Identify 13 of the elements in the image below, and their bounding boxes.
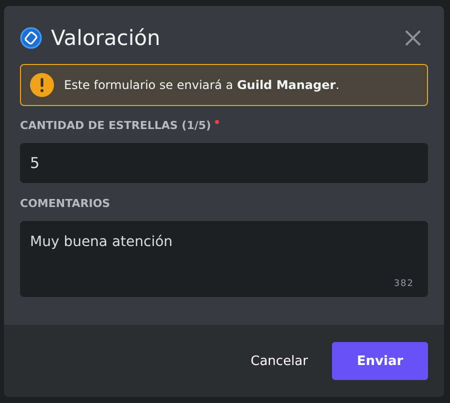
field-value: Muy buena atención [30,234,173,250]
character-counter: 382 [394,279,414,289]
cancel-button[interactable]: Cancelar [232,342,326,380]
close-icon[interactable] [404,29,422,47]
modal-title: Valoración [51,26,162,50]
input-field[interactable]: 5 [20,143,428,183]
submit-button[interactable]: Enviar [332,342,428,380]
warning-icon [30,73,54,97]
field-label: COMENTARIOS [20,197,110,210]
comment-field[interactable]: Muy buena atención 382 [20,221,428,297]
notice-text: Este formulario se enviará a Guild Manager. [64,78,340,92]
field-label: CANTIDAD DE ESTRELLAS (1/5) [20,119,212,132]
app-icon [20,27,42,49]
